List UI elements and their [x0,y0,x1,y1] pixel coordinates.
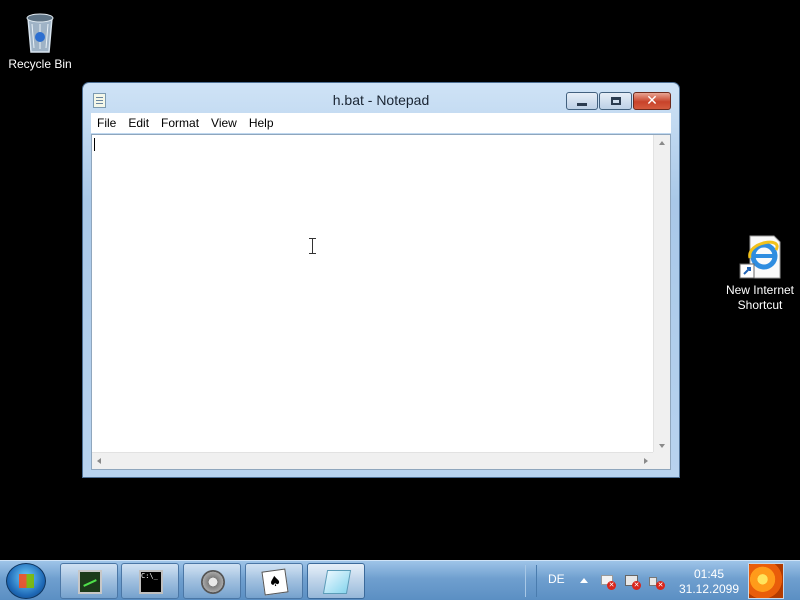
cards-icon: ♠ [261,568,289,596]
cards-icon-text: ♠ [267,573,283,591]
close-button[interactable]: ✕ [633,92,671,110]
close-icon: ✕ [646,93,658,109]
network-icon[interactable]: ✕ [624,574,641,590]
menu-format[interactable]: Format [155,116,205,130]
text-editor[interactable] [91,134,671,470]
taskbar-button-task-manager[interactable] [60,563,118,599]
taskbar-button-command-prompt[interactable]: C:\_ [121,563,179,599]
show-desktop-button[interactable] [748,563,784,599]
menu-bar: File Edit Format View Help [91,113,671,133]
show-hidden-icons-icon[interactable] [580,578,588,583]
task-manager-icon [78,570,102,594]
taskbar: C:\_ ♠ DE ✕ ✕ ✕ 01:45 31.12.2099 [0,560,800,600]
scroll-right-icon[interactable] [644,458,648,464]
minimize-button[interactable] [566,92,598,110]
desktop-icon-new-internet-shortcut[interactable]: New Internet Shortcut [722,232,798,313]
desktop-icon-recycle-bin[interactable]: Recycle Bin [4,6,76,72]
notepad-window: h.bat - Notepad ✕ File Edit Format View … [82,82,680,478]
scroll-up-icon[interactable] [659,141,665,145]
language-indicator[interactable]: DE [548,572,565,586]
tray-separator-grip[interactable] [525,565,537,597]
clock-time: 01:45 [693,567,725,581]
volume-icon[interactable]: ✕ [648,574,665,590]
ibeam-cursor-icon [309,238,316,254]
menu-edit[interactable]: Edit [122,116,155,130]
clock-date: 31.12.2099 [678,582,740,596]
internet-explorer-icon [739,235,781,279]
cmd-icon-text: C:\_ [141,572,158,580]
menu-file[interactable]: File [91,116,122,130]
horizontal-scrollbar[interactable] [92,452,654,469]
scroll-left-icon[interactable] [97,458,101,464]
recycle-bin-label: Recycle Bin [8,57,72,71]
maximize-button[interactable] [599,92,632,110]
gear-icon [201,570,225,594]
taskbar-button-settings-tool[interactable] [183,563,241,599]
taskbar-button-notepad[interactable] [307,563,365,599]
cmd-icon: C:\_ [139,570,163,594]
action-center-icon[interactable]: ✕ [599,574,616,590]
clock[interactable]: 01:45 31.12.2099 [678,567,740,597]
taskbar-button-solitaire[interactable]: ♠ [245,563,303,599]
menu-view[interactable]: View [205,116,243,130]
start-button[interactable] [6,563,46,599]
minimize-icon [577,102,587,106]
vertical-scrollbar[interactable] [653,135,670,454]
maximize-icon [610,97,621,105]
menu-help[interactable]: Help [243,116,280,130]
recycle-bin-icon [26,13,54,53]
text-caret [94,138,95,151]
notepad-icon [322,570,352,594]
scroll-down-icon[interactable] [659,444,665,448]
size-grip[interactable] [653,452,670,469]
title-bar[interactable]: h.bat - Notepad ✕ [83,83,679,113]
new-internet-shortcut-label: New Internet Shortcut [725,283,795,312]
